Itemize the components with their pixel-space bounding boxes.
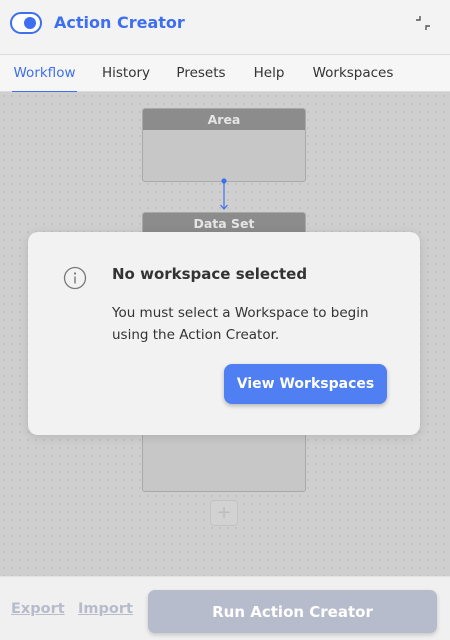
no-workspace-modal: No workspace selected You must select a … bbox=[28, 232, 420, 435]
tab-workflow[interactable]: Workflow bbox=[12, 55, 77, 93]
footer: Export Import Run Action Creator bbox=[0, 576, 450, 640]
tab-presets[interactable]: Presets bbox=[175, 55, 227, 92]
modal-message: You must select a Workspace to begin usi… bbox=[112, 305, 369, 343]
connector-arrow-icon bbox=[220, 178, 228, 210]
import-link[interactable]: Import bbox=[78, 601, 133, 617]
export-link[interactable]: Export bbox=[11, 601, 65, 617]
tab-workspaces[interactable]: Workspaces bbox=[311, 55, 395, 92]
modal-title: No workspace selected bbox=[112, 265, 308, 283]
app-title: Action Creator bbox=[54, 13, 185, 32]
node-title: Data Set bbox=[143, 213, 305, 234]
view-workspaces-button[interactable]: View Workspaces bbox=[224, 364, 387, 404]
toggle-switch[interactable] bbox=[10, 12, 42, 34]
collapse-icon[interactable] bbox=[414, 14, 432, 32]
workflow-node-area[interactable]: Area bbox=[142, 108, 306, 182]
node-title: Area bbox=[143, 109, 305, 130]
add-node-icon[interactable]: + bbox=[210, 500, 238, 526]
run-action-creator-button[interactable]: Run Action Creator bbox=[148, 590, 437, 633]
tab-bar: Workflow History Presets Help Workspaces bbox=[0, 54, 450, 93]
header: Action Creator bbox=[0, 0, 450, 54]
toggle-knob bbox=[24, 17, 36, 29]
tab-history[interactable]: History bbox=[101, 55, 151, 92]
tab-help[interactable]: Help bbox=[252, 55, 286, 92]
info-icon bbox=[63, 266, 87, 290]
workflow-node[interactable] bbox=[142, 432, 306, 492]
